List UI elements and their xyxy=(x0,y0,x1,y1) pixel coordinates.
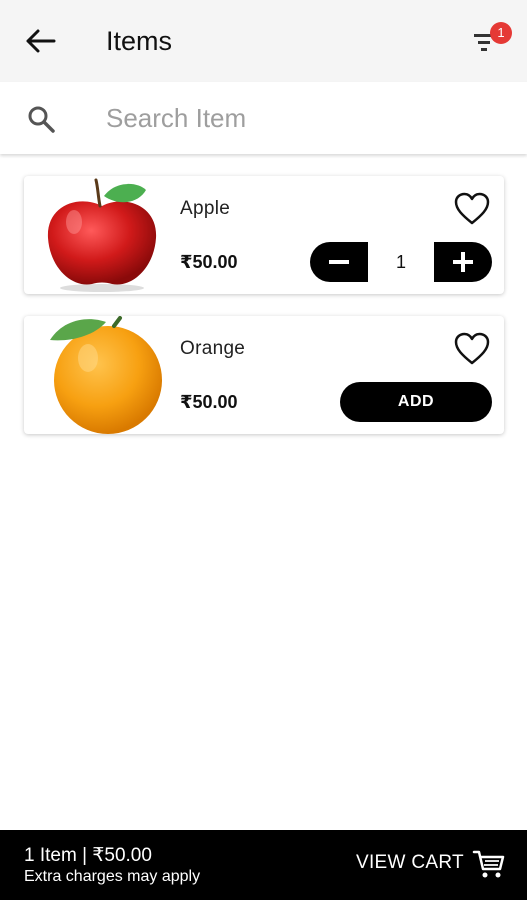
minus-icon xyxy=(329,260,349,264)
heart-outline-icon xyxy=(454,192,490,225)
back-button[interactable] xyxy=(22,25,62,57)
item-card-orange: Orange ₹50.00 ADD xyxy=(24,316,504,434)
item-card-apple: Apple ₹50.00 1 xyxy=(24,176,504,294)
decrease-quantity-button[interactable] xyxy=(310,242,368,282)
item-name: Apple xyxy=(180,198,231,219)
quantity-value: 1 xyxy=(368,242,434,282)
orange-fruit-image xyxy=(50,316,162,434)
item-name: Orange xyxy=(180,338,246,359)
cart-bar: 1 Item | ₹50.00 Extra charges may apply … xyxy=(0,830,527,900)
favorite-button[interactable] xyxy=(454,192,490,226)
increase-quantity-button[interactable] xyxy=(434,242,492,282)
heart-outline-icon xyxy=(454,332,490,365)
add-to-cart-button[interactable]: ADD xyxy=(340,382,492,422)
search-icon xyxy=(28,106,55,133)
shopping-cart-icon[interactable] xyxy=(472,848,506,880)
page-title: Items xyxy=(106,26,173,56)
plus-icon xyxy=(453,252,473,272)
search-bar xyxy=(0,82,527,154)
quantity-stepper: 1 xyxy=(310,242,492,282)
extra-charges-note: Extra charges may apply xyxy=(24,868,201,885)
filter-count-badge: 1 xyxy=(490,22,512,44)
view-cart-button[interactable]: VIEW CART xyxy=(356,852,464,874)
cart-summary: 1 Item | ₹50.00 xyxy=(24,845,152,866)
item-price: ₹50.00 xyxy=(180,392,238,412)
search-input[interactable] xyxy=(106,100,506,136)
item-price: ₹50.00 xyxy=(180,252,238,272)
favorite-button[interactable] xyxy=(454,332,490,366)
arrow-left-icon xyxy=(26,29,56,53)
app-bar: Items 1 xyxy=(0,0,527,82)
red-apple-image xyxy=(47,178,157,292)
